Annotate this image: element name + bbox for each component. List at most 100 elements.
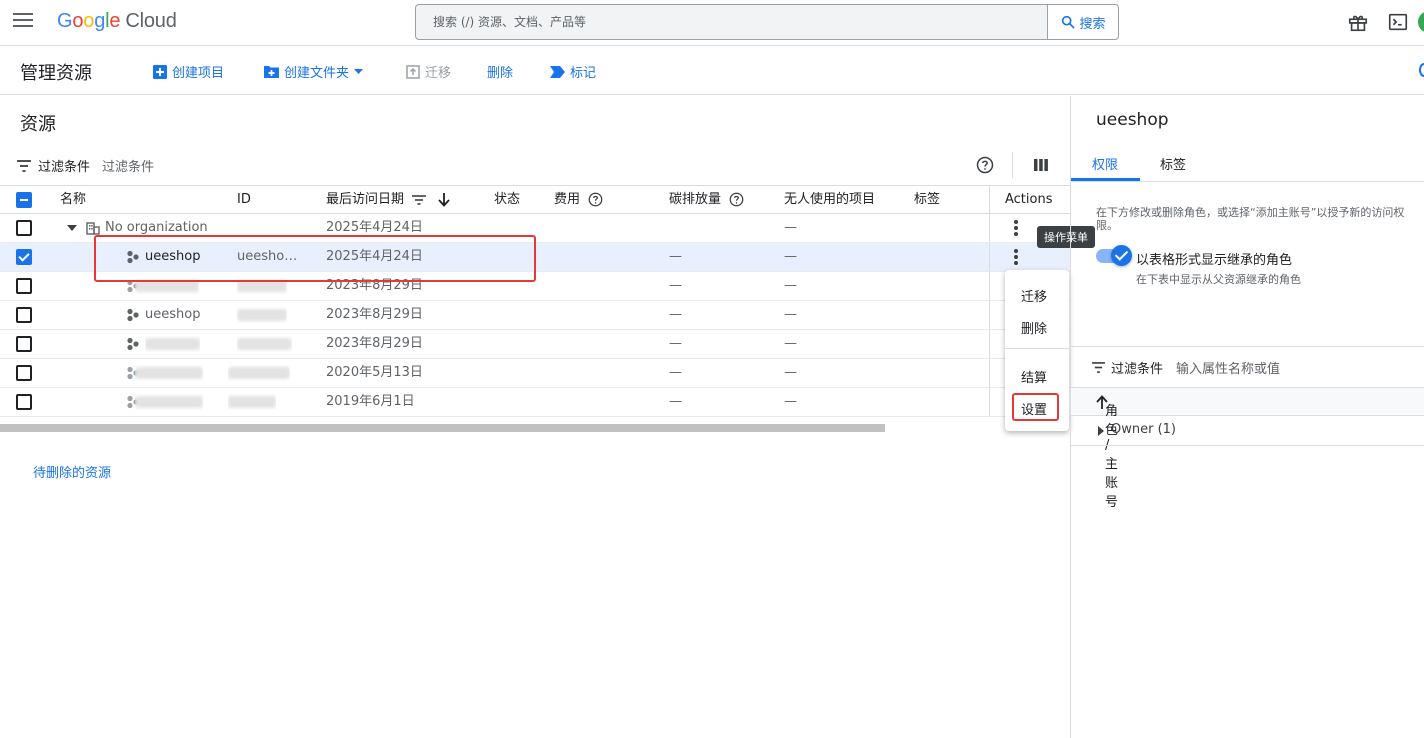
project-name[interactable] — [135, 359, 203, 387]
toggle-label: 以表格形式显示继承的角色 — [1136, 253, 1293, 268]
project-name[interactable] — [145, 330, 200, 358]
search-input[interactable] — [416, 5, 1047, 39]
col-name[interactable]: 名称 — [60, 186, 86, 214]
resources-panel: 资源 过滤条件 过滤条件 名称 ID 最后访问日期 状态 费用 碳排放量 无人使… — [0, 96, 1070, 738]
col-cost[interactable]: 费用 — [554, 186, 603, 214]
menu-item-billing[interactable]: 结算 — [1021, 367, 1047, 386]
expand-arrow-icon[interactable] — [1098, 426, 1105, 436]
help-icon[interactable] — [729, 192, 744, 207]
help-icon[interactable] — [976, 156, 994, 174]
unattended-value: — — [784, 365, 797, 380]
create-project-button[interactable]: 创建项目 — [153, 62, 224, 81]
filter-icon — [17, 159, 31, 172]
col-carbon[interactable]: 碳排放量 — [669, 186, 744, 214]
sort-filter-icon[interactable] — [412, 194, 427, 205]
resources-table: 名称 ID 最后访问日期 状态 费用 碳排放量 无人使用的项目 标签 Actio… — [0, 185, 1070, 417]
col-labels[interactable]: 标签 — [914, 186, 940, 214]
section-title: 资源 — [20, 114, 56, 135]
roles-table-header[interactable]: 角色 / 主账号 — [1071, 387, 1424, 510]
highlight-box — [94, 235, 536, 282]
last-access-date: 2020年5月13日 — [326, 365, 423, 380]
unattended-value: — — [784, 220, 797, 235]
role-row-owner[interactable]: Owner (1) — [1071, 416, 1424, 446]
filter-input[interactable]: 过滤条件 — [102, 156, 154, 175]
permissions-filter[interactable]: 过滤条件 输入属性名称或值 — [1091, 358, 1280, 377]
table-row[interactable]: 2023年8月29日 — — — [0, 330, 1070, 359]
column-display-icon[interactable] — [1033, 157, 1049, 173]
project-name[interactable] — [135, 388, 203, 416]
migrate-button[interactable]: 迁移 — [406, 62, 451, 81]
expand-arrow-icon[interactable] — [67, 225, 77, 232]
info-panel-tabs: 权限 标签 — [1071, 152, 1424, 182]
help-icon[interactable] — [588, 192, 603, 207]
menu-item-migrate[interactable]: 迁移 — [1021, 286, 1047, 305]
col-cost-label: 费用 — [554, 192, 581, 207]
more-actions-icon[interactable] — [1012, 249, 1020, 265]
info-panel-title: ueeshop — [1096, 110, 1169, 130]
migrate-icon — [406, 64, 420, 79]
create-folder-button[interactable]: 创建文件夹 — [264, 62, 364, 81]
arrow-down-icon[interactable] — [438, 192, 450, 207]
unattended-value: — — [784, 394, 797, 409]
carbon-value: — — [669, 307, 682, 322]
tab-permissions[interactable]: 权限 — [1092, 154, 1118, 173]
create-project-label: 创建项目 — [172, 66, 225, 81]
pending-deletion-link[interactable]: 待删除的资源 — [33, 462, 111, 481]
tab-labels[interactable]: 标签 — [1160, 154, 1186, 173]
table-row[interactable]: 2019年6月1日 — — — [0, 388, 1070, 417]
filter-input[interactable]: 输入属性名称或值 — [1176, 358, 1280, 377]
row-checkbox[interactable] — [16, 336, 32, 352]
cloud-shell-icon[interactable] — [1387, 11, 1409, 33]
carbon-value: — — [669, 394, 682, 409]
select-all-checkbox[interactable] — [16, 192, 32, 208]
row-checkbox[interactable] — [16, 220, 32, 236]
more-actions-icon[interactable] — [1012, 220, 1020, 236]
menu-item-delete[interactable]: 删除 — [1021, 318, 1047, 337]
page-title: 管理资源 — [20, 63, 92, 84]
last-access-date: 2023年8月29日 — [326, 307, 423, 322]
last-access-date: 2023年8月29日 — [326, 336, 423, 351]
unattended-value: — — [784, 307, 797, 322]
carbon-value: — — [669, 278, 682, 293]
carbon-value: — — [669, 336, 682, 351]
table-row[interactable]: 2020年5月13日 — — — [0, 359, 1070, 388]
filter-bar[interactable]: 过滤条件 过滤条件 — [16, 156, 154, 175]
project-id — [237, 330, 292, 358]
row-checkbox[interactable] — [16, 394, 32, 410]
actions-divider — [989, 272, 990, 300]
search-button[interactable]: 搜索 — [1047, 4, 1119, 40]
avatar[interactable] — [1418, 11, 1424, 33]
row-checkbox[interactable] — [16, 365, 32, 381]
main-menu-icon[interactable] — [13, 13, 33, 31]
inherited-roles-toggle[interactable] — [1096, 245, 1132, 266]
organization-icon — [86, 222, 100, 235]
row-checkbox[interactable] — [16, 278, 32, 294]
col-role-principal: 角色 / 主账号 — [1088, 394, 1118, 510]
toggle-sublabel: 在下表中显示从父资源继承的角色 — [1136, 273, 1301, 286]
tag-button[interactable]: 标记 — [550, 62, 596, 81]
col-id[interactable]: ID — [237, 186, 251, 214]
top-bar: Google Cloud 搜索 — [0, 0, 1424, 46]
delete-label: 删除 — [487, 66, 514, 81]
row-checkbox[interactable] — [16, 307, 32, 323]
search-box — [415, 4, 1048, 40]
gift-icon[interactable] — [1347, 11, 1369, 33]
info-panel: ueeshop 权限 标签 在下方修改或删除角色，或选择“添加主账号”以授予新的… — [1070, 96, 1424, 738]
col-carbon-label: 碳排放量 — [669, 192, 722, 207]
table-row[interactable]: ueeshop 2023年8月29日 — — — [0, 301, 1070, 330]
refresh-icon[interactable] — [1419, 63, 1424, 77]
horizontal-scrollbar[interactable] — [0, 424, 885, 432]
project-name[interactable]: ueeshop — [145, 301, 200, 329]
col-unattended[interactable]: 无人使用的项目 — [784, 186, 875, 214]
blurred-id — [237, 308, 287, 321]
col-last-access[interactable]: 最后访问日期 — [326, 186, 450, 214]
row-checkbox[interactable] — [16, 249, 32, 265]
col-status[interactable]: 状态 — [494, 186, 520, 214]
blurred-id — [237, 337, 292, 350]
add-box-icon — [153, 64, 167, 79]
delete-button[interactable]: 删除 — [487, 62, 513, 81]
col-actions: Actions — [1005, 192, 1053, 207]
filter-label: 过滤条件 — [38, 160, 91, 175]
blurred-id — [228, 366, 290, 379]
google-cloud-logo[interactable]: Google Cloud — [57, 10, 177, 33]
